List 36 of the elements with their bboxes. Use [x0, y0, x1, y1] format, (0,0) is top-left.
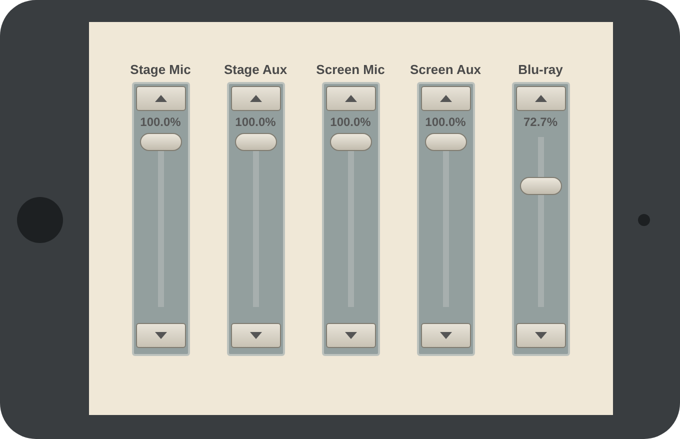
- down-triangle-icon: [154, 332, 166, 339]
- channel-label: Stage Aux: [224, 62, 288, 79]
- level-reading: 100.0%: [425, 115, 466, 131]
- slider-thumb[interactable]: [424, 133, 466, 151]
- volume-up-button[interactable]: [326, 86, 376, 111]
- up-triangle-icon: [534, 95, 546, 102]
- volume-up-button[interactable]: [420, 86, 470, 111]
- down-triangle-icon: [250, 332, 262, 339]
- slider-thumb[interactable]: [330, 133, 372, 151]
- down-triangle-icon: [344, 332, 356, 339]
- up-triangle-icon: [344, 95, 356, 102]
- channel-label: Screen Aux: [410, 62, 482, 79]
- up-triangle-icon: [154, 95, 166, 102]
- volume-down-button[interactable]: [230, 323, 280, 348]
- up-triangle-icon: [440, 95, 452, 102]
- level-reading: 100.0%: [140, 115, 181, 131]
- volume-down-button[interactable]: [516, 323, 566, 348]
- level-reading: 100.0%: [235, 115, 276, 131]
- volume-up-button[interactable]: [230, 86, 280, 111]
- slider-thumb[interactable]: [520, 176, 562, 195]
- up-triangle-icon: [250, 95, 262, 102]
- volume-up-button[interactable]: [136, 86, 186, 111]
- slider-thumb[interactable]: [140, 133, 182, 151]
- slider-thumb[interactable]: [234, 133, 276, 151]
- volume-down-button[interactable]: [420, 323, 470, 348]
- channel-label: Screen Mic: [316, 62, 385, 79]
- down-triangle-icon: [440, 332, 452, 339]
- volume-down-button[interactable]: [326, 323, 376, 348]
- channel-label: Blu-ray: [518, 62, 563, 79]
- level-reading: 100.0%: [330, 115, 371, 131]
- level-reading: 72.7%: [523, 115, 558, 131]
- camera-dot: [638, 214, 650, 226]
- volume-up-button[interactable]: [516, 86, 566, 111]
- down-triangle-icon: [534, 332, 546, 339]
- channel-label: Stage Mic: [130, 62, 191, 79]
- volume-down-button[interactable]: [136, 323, 186, 348]
